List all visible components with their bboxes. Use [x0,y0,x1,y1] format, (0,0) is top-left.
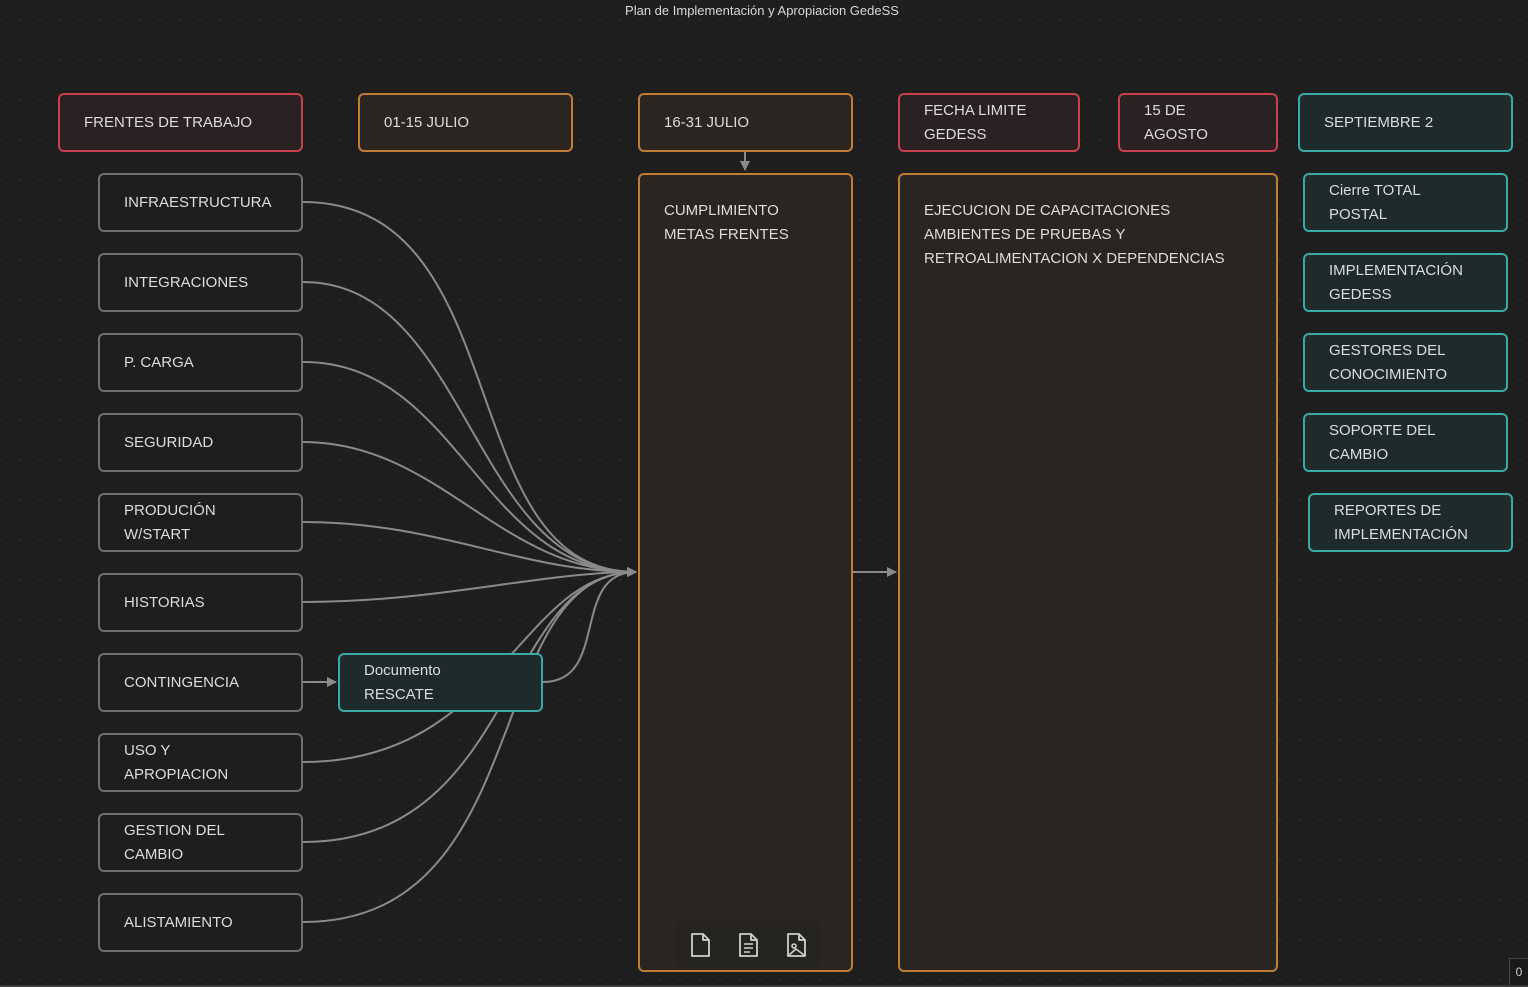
header-septiembre-2[interactable]: SEPTIEMBRE 2 [1298,93,1513,152]
header-fecha-limite[interactable]: FECHA LIMITE GEDESS [898,93,1080,152]
canvas-title: Plan de Implementación y Apropiacion Ged… [625,3,899,18]
media-file-icon[interactable] [779,928,813,962]
sept-item-reportes-implementacion[interactable]: REPORTES DE IMPLEMENTACIÓN [1308,493,1513,552]
edge-documento-cumplimiento [542,567,637,683]
front-historias[interactable]: HISTORIAS [98,573,303,632]
front-seguridad[interactable]: SEGURIDAD [98,413,303,472]
edge-alistamiento [302,567,637,923]
header-frentes-de-trabajo[interactable]: FRENTES DE TRABAJO [58,93,303,152]
header-01-15-julio[interactable]: 01-15 JULIO [358,93,573,152]
edge-infraestructura [302,201,637,577]
sept-item-soporte-cambio[interactable]: SOPORTE DEL CAMBIO [1303,413,1508,472]
edge-historias [302,567,637,603]
sept-item-cierre-total-postal[interactable]: Cierre TOTAL POSTAL [1303,173,1508,232]
edge-p-carga [302,361,637,577]
sept-item-implementacion-gedess[interactable]: IMPLEMENTACIÓN GEDESS [1303,253,1508,312]
sept-item-gestores-conocimiento[interactable]: GESTORES DEL CONOCIMIENTO [1303,333,1508,392]
front-uso-y-apropiacion[interactable]: USO Y APROPIACION [98,733,303,792]
card-creation-toolbar [676,921,820,969]
ejecucion-capacitaciones-card[interactable]: EJECUCION DE CAPACITACIONES AMBIENTES DE… [898,173,1278,972]
text-file-icon[interactable] [731,928,765,962]
canvas-board[interactable]: Plan de Implementación y Apropiacion Ged… [0,0,1528,987]
corner-count-badge: 0 [1509,958,1528,985]
documento-rescate-node[interactable]: Documento RESCATE [338,653,543,712]
header-15-de-agosto[interactable]: 15 DE AGOSTO [1118,93,1278,152]
header-16-31-julio[interactable]: 16-31 JULIO [638,93,853,152]
front-producion-wstart[interactable]: PRODUCIÓN W/START [98,493,303,552]
edge-seguridad [302,441,637,577]
front-infraestructura[interactable]: INFRAESTRUCTURA [98,173,303,232]
front-p-carga[interactable]: P. CARGA [98,333,303,392]
front-gestion-del-cambio[interactable]: GESTION DEL CAMBIO [98,813,303,872]
front-contingencia[interactable]: CONTINGENCIA [98,653,303,712]
cumplimiento-metas-card[interactable]: CUMPLIMIENTO METAS FRENTES [638,173,853,972]
front-integraciones[interactable]: INTEGRACIONES [98,253,303,312]
edge-producion [302,521,637,577]
front-alistamiento[interactable]: ALISTAMIENTO [98,893,303,952]
new-note-icon[interactable] [683,928,717,962]
edge-integraciones [302,281,637,577]
